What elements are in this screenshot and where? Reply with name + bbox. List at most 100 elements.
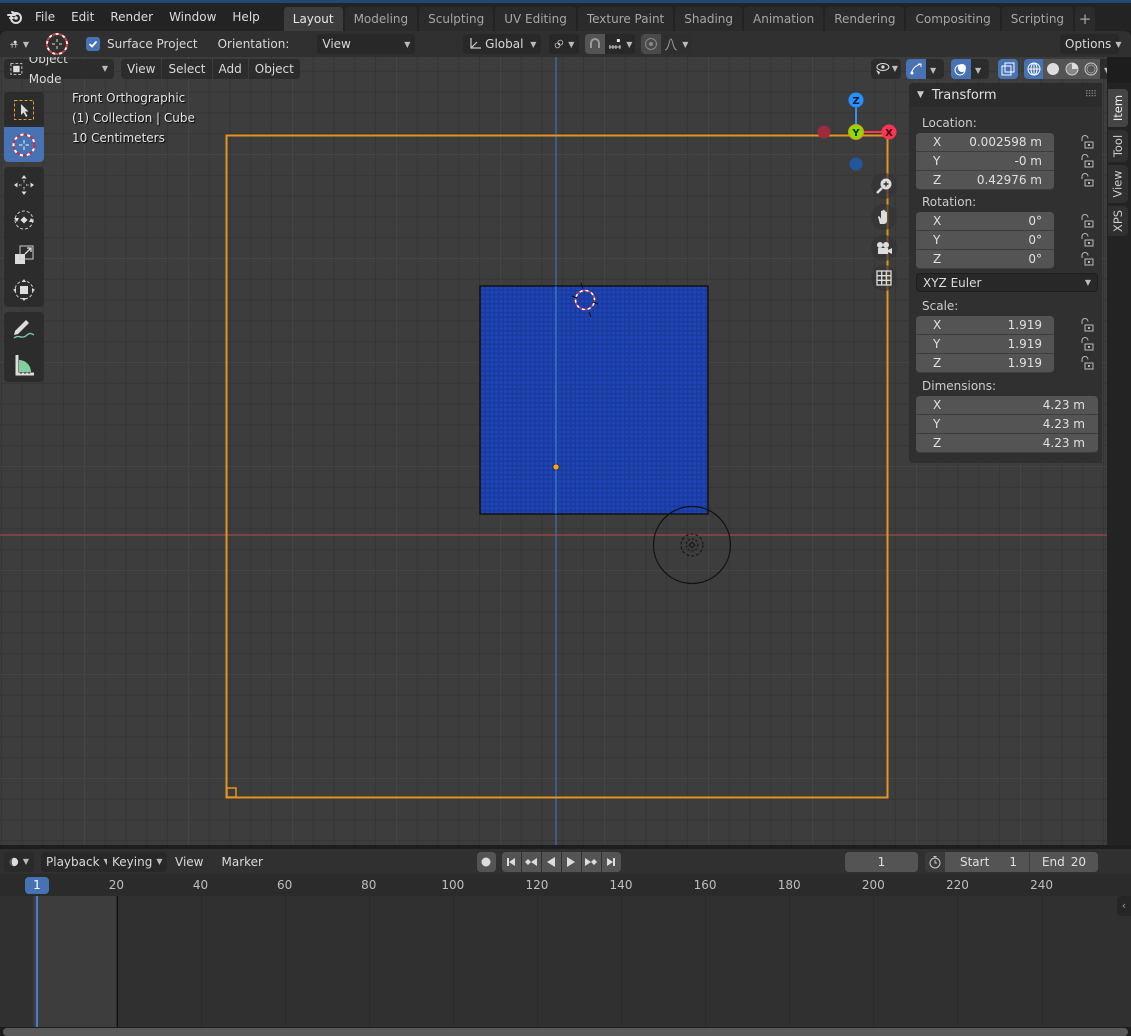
scale-y-field[interactable]: Y 1.919 <box>916 335 1094 354</box>
rotate-tool[interactable] <box>4 202 44 237</box>
scale-tool[interactable] <box>4 237 44 272</box>
keying-menu[interactable]: Keying ▼ <box>107 851 167 872</box>
drag-handle-icon[interactable]: ⠿⠿ <box>1085 90 1097 100</box>
sidebar-tab-view[interactable]: View <box>1108 165 1128 203</box>
cube-mesh[interactable] <box>479 285 709 515</box>
unlock-icon[interactable] <box>1080 154 1094 168</box>
timeline-scrollbar[interactable] <box>0 1027 1131 1036</box>
dimensions-y-field[interactable]: Y 4.23 m <box>916 415 1098 434</box>
add-workspace-button[interactable]: + <box>1075 7 1096 31</box>
location-label: Location: <box>922 116 977 130</box>
timeline-menu-marker[interactable]: Marker <box>221 855 262 869</box>
playhead-frame-indicator[interactable]: 1 <box>25 877 49 894</box>
timeline-body[interactable]: ‹ <box>0 896 1131 1027</box>
proportional-editing-toggle[interactable] <box>641 34 662 54</box>
unlock-icon[interactable] <box>1080 173 1094 187</box>
gizmo-neg-z[interactable] <box>849 157 863 171</box>
playhead-line[interactable] <box>36 896 38 1027</box>
blender-logo-icon[interactable] <box>3 5 27 29</box>
sidebar-tab-xps[interactable]: XPS <box>1108 206 1128 236</box>
menu-file[interactable]: File <box>27 4 63 30</box>
frame-start-field[interactable]: Start 1 <box>944 851 1029 872</box>
transform-orientation-select[interactable]: Global ▼ <box>463 34 542 54</box>
playback-menu[interactable]: Playback▼ <box>41 851 110 872</box>
unlock-icon[interactable] <box>1080 337 1094 351</box>
scale-z-field[interactable]: Z 1.919 <box>916 354 1094 373</box>
ruler-tick-label: 80 <box>361 878 377 892</box>
move-tool[interactable] <box>4 167 44 202</box>
play-button[interactable] <box>561 851 581 872</box>
rotation-x-field[interactable]: X 0° <box>916 212 1094 231</box>
dimensions-z-field[interactable]: Z 4.23 m <box>916 434 1098 453</box>
unlock-icon[interactable] <box>1080 318 1094 332</box>
tab-scripting[interactable]: Scripting <box>1001 7 1074 31</box>
measure-tool[interactable] <box>4 347 44 382</box>
unlock-icon[interactable] <box>1080 233 1094 247</box>
cursor-tool[interactable] <box>4 127 44 162</box>
jump-start-button[interactable] <box>501 851 521 872</box>
object-origin-dot[interactable] <box>552 463 560 471</box>
transform-tool[interactable] <box>4 272 44 307</box>
select-box-tool[interactable] <box>4 92 44 127</box>
options-dropdown[interactable]: Options ▼ <box>1060 34 1121 54</box>
menu-render[interactable]: Render <box>102 4 161 30</box>
pan-view-button[interactable] <box>871 204 897 230</box>
jump-prev-keyframe-button[interactable] <box>521 851 541 872</box>
auto-keying-toggle[interactable] <box>476 851 496 872</box>
snap-target-dropdown[interactable]: ▼ <box>605 34 636 54</box>
orientation-select[interactable]: View ▼ <box>317 34 416 54</box>
current-frame-field[interactable]: 1 <box>844 851 918 872</box>
editor-type-dropdown[interactable]: ▼ <box>4 851 34 872</box>
menu-window[interactable]: Window <box>161 4 224 30</box>
annotate-tool[interactable] <box>4 312 44 347</box>
gizmo-neg-x[interactable] <box>817 125 831 139</box>
toggle-perspective-button[interactable] <box>871 265 897 291</box>
frame-end-field[interactable]: End 20 <box>1028 851 1098 872</box>
unlock-icon[interactable] <box>1080 214 1094 228</box>
timeline-menu-view[interactable]: View <box>175 855 203 869</box>
scrollbar-thumb[interactable] <box>3 1028 1128 1036</box>
tab-compositing[interactable]: Compositing <box>906 7 1000 31</box>
light-object[interactable] <box>652 505 732 585</box>
cursor-tool-icon[interactable] <box>44 31 70 57</box>
pivot-point-dropdown[interactable]: ▼ <box>549 34 580 54</box>
unlock-icon[interactable] <box>1080 252 1094 266</box>
play-reverse-button[interactable] <box>541 851 561 872</box>
dimensions-x-field[interactable]: X 4.23 m <box>916 396 1098 415</box>
tab-animation[interactable]: Animation <box>744 7 824 31</box>
scale-x-field[interactable]: X 1.919 <box>916 316 1094 335</box>
navigation-gizmo[interactable]: Z Y X <box>817 92 897 171</box>
tab-shading[interactable]: Shading <box>675 7 742 31</box>
jump-end-button[interactable] <box>601 851 621 872</box>
camera-view-button[interactable] <box>871 235 897 261</box>
tab-modeling[interactable]: Modeling <box>344 7 418 31</box>
timeline-ruler[interactable]: 20 40 60 80 100 120 140 160 180 200 220 240 1 <box>0 874 1131 896</box>
sidebar-tab-item[interactable]: Item <box>1108 89 1128 127</box>
tool-settings-dropdown[interactable]: ▼ <box>4 34 34 54</box>
zoom-view-button[interactable] <box>871 173 897 199</box>
unlock-icon[interactable] <box>1080 356 1094 370</box>
sidebar-expand-arrow-icon[interactable]: ‹ <box>1117 896 1131 916</box>
surface-project-checkbox[interactable] <box>86 37 100 51</box>
use-preview-range-toggle[interactable] <box>924 851 945 872</box>
tab-sculpting[interactable]: Sculpting <box>419 7 494 31</box>
tab-rendering[interactable]: Rendering <box>825 7 905 31</box>
location-y-field[interactable]: Y -0 m <box>916 152 1094 171</box>
menu-help[interactable]: Help <box>224 4 267 30</box>
location-z-field[interactable]: Z 0.42976 m <box>916 171 1094 190</box>
tab-texture-paint[interactable]: Texture Paint <box>577 7 674 31</box>
jump-next-keyframe-button[interactable] <box>581 851 601 872</box>
proportional-falloff-dropdown[interactable]: ▼ <box>661 34 692 54</box>
rotation-z-field[interactable]: Z 0° <box>916 250 1094 269</box>
tab-layout[interactable]: Layout <box>283 7 343 31</box>
transform-panel-header[interactable]: ▼ Transform ⠿⠿ <box>909 83 1102 107</box>
rotation-y-field[interactable]: Y 0° <box>916 231 1094 250</box>
rotation-mode-select[interactable]: XYZ Euler ▼ <box>916 273 1098 292</box>
menu-edit[interactable]: Edit <box>63 4 102 30</box>
unlock-icon[interactable] <box>1080 135 1094 149</box>
location-x-field[interactable]: X 0.002598 m <box>916 133 1094 152</box>
tab-uv-editing[interactable]: UV Editing <box>495 7 576 31</box>
sidebar-tab-tool[interactable]: Tool <box>1108 130 1128 162</box>
snap-toggle[interactable] <box>585 34 606 54</box>
3d-viewport[interactable]: Object Mode ▼ View Select Add Object ▼ ▼… <box>0 57 1107 845</box>
